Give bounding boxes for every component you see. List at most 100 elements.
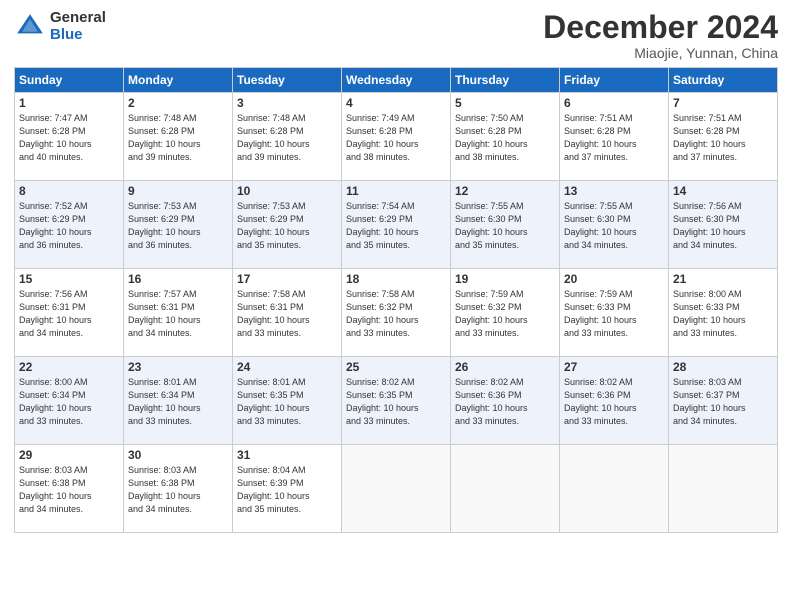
day-info: Sunrise: 7:55 AM Sunset: 6:30 PM Dayligh…	[455, 200, 555, 252]
month-title: December 2024	[543, 10, 778, 45]
day-number: 18	[346, 272, 446, 286]
day-number: 4	[346, 96, 446, 110]
day-number: 13	[564, 184, 664, 198]
day-number: 12	[455, 184, 555, 198]
day-info: Sunrise: 7:48 AM Sunset: 6:28 PM Dayligh…	[237, 112, 337, 164]
day-number: 9	[128, 184, 228, 198]
day-number: 29	[19, 448, 119, 462]
col-tuesday: Tuesday	[233, 68, 342, 93]
day-info: Sunrise: 8:01 AM Sunset: 6:34 PM Dayligh…	[128, 376, 228, 428]
day-number: 5	[455, 96, 555, 110]
logo: General Blue	[14, 10, 106, 43]
day-number: 27	[564, 360, 664, 374]
day-info: Sunrise: 7:51 AM Sunset: 6:28 PM Dayligh…	[673, 112, 773, 164]
col-wednesday: Wednesday	[342, 68, 451, 93]
day-info: Sunrise: 7:57 AM Sunset: 6:31 PM Dayligh…	[128, 288, 228, 340]
table-row: 11 Sunrise: 7:54 AM Sunset: 6:29 PM Dayli…	[342, 181, 451, 269]
calendar-week-2: 8 Sunrise: 7:52 AM Sunset: 6:29 PM Daylig…	[15, 181, 778, 269]
day-info: Sunrise: 8:02 AM Sunset: 6:35 PM Dayligh…	[346, 376, 446, 428]
table-row: 29 Sunrise: 8:03 AM Sunset: 6:38 PM Dayli…	[15, 445, 124, 533]
day-info: Sunrise: 7:59 AM Sunset: 6:32 PM Dayligh…	[455, 288, 555, 340]
table-row: 12 Sunrise: 7:55 AM Sunset: 6:30 PM Dayli…	[451, 181, 560, 269]
table-row	[669, 445, 778, 533]
table-row: 5 Sunrise: 7:50 AM Sunset: 6:28 PM Daylig…	[451, 93, 560, 181]
day-number: 23	[128, 360, 228, 374]
table-row	[342, 445, 451, 533]
day-number: 26	[455, 360, 555, 374]
day-number: 25	[346, 360, 446, 374]
day-info: Sunrise: 8:01 AM Sunset: 6:35 PM Dayligh…	[237, 376, 337, 428]
day-number: 3	[237, 96, 337, 110]
day-number: 10	[237, 184, 337, 198]
day-info: Sunrise: 8:04 AM Sunset: 6:39 PM Dayligh…	[237, 464, 337, 516]
day-info: Sunrise: 8:03 AM Sunset: 6:38 PM Dayligh…	[19, 464, 119, 516]
table-row: 8 Sunrise: 7:52 AM Sunset: 6:29 PM Daylig…	[15, 181, 124, 269]
title-block: December 2024 Miaojie, Yunnan, China	[543, 10, 778, 61]
calendar-container: General Blue December 2024 Miaojie, Yunn…	[0, 0, 792, 612]
header: General Blue December 2024 Miaojie, Yunn…	[14, 10, 778, 61]
day-number: 16	[128, 272, 228, 286]
day-number: 17	[237, 272, 337, 286]
day-info: Sunrise: 7:51 AM Sunset: 6:28 PM Dayligh…	[564, 112, 664, 164]
table-row: 23 Sunrise: 8:01 AM Sunset: 6:34 PM Dayli…	[124, 357, 233, 445]
day-number: 22	[19, 360, 119, 374]
table-row: 21 Sunrise: 8:00 AM Sunset: 6:33 PM Dayli…	[669, 269, 778, 357]
table-row: 26 Sunrise: 8:02 AM Sunset: 6:36 PM Dayli…	[451, 357, 560, 445]
day-info: Sunrise: 7:52 AM Sunset: 6:29 PM Dayligh…	[19, 200, 119, 252]
day-info: Sunrise: 7:58 AM Sunset: 6:31 PM Dayligh…	[237, 288, 337, 340]
day-info: Sunrise: 8:03 AM Sunset: 6:38 PM Dayligh…	[128, 464, 228, 516]
day-number: 11	[346, 184, 446, 198]
table-row: 14Sunrise: 7:56 AM Sunset: 6:30 PM Dayli…	[669, 181, 778, 269]
day-info: Sunrise: 7:53 AM Sunset: 6:29 PM Dayligh…	[128, 200, 228, 252]
day-info: Sunrise: 7:53 AM Sunset: 6:29 PM Dayligh…	[237, 200, 337, 252]
day-number: 24	[237, 360, 337, 374]
day-info: Sunrise: 7:55 AM Sunset: 6:30 PM Dayligh…	[564, 200, 664, 252]
day-info: Sunrise: 8:02 AM Sunset: 6:36 PM Dayligh…	[564, 376, 664, 428]
table-row: 27 Sunrise: 8:02 AM Sunset: 6:36 PM Dayli…	[560, 357, 669, 445]
day-number: 8	[19, 184, 119, 198]
location: Miaojie, Yunnan, China	[543, 45, 778, 61]
table-row	[451, 445, 560, 533]
day-info: Sunrise: 8:00 AM Sunset: 6:34 PM Dayligh…	[19, 376, 119, 428]
day-info: Sunrise: 8:02 AM Sunset: 6:36 PM Dayligh…	[455, 376, 555, 428]
calendar-week-5: 29 Sunrise: 8:03 AM Sunset: 6:38 PM Dayli…	[15, 445, 778, 533]
table-row: 13 Sunrise: 7:55 AM Sunset: 6:30 PM Dayli…	[560, 181, 669, 269]
logo-general: General	[50, 10, 106, 27]
day-number: 7	[673, 96, 773, 110]
table-row: 16 Sunrise: 7:57 AM Sunset: 6:31 PM Dayli…	[124, 269, 233, 357]
table-row: 1Sunrise: 7:47 AM Sunset: 6:28 PM Daylig…	[15, 93, 124, 181]
day-info: Sunrise: 7:56 AM Sunset: 6:31 PM Dayligh…	[19, 288, 119, 340]
day-info: Sunrise: 7:47 AM Sunset: 6:28 PM Dayligh…	[19, 112, 119, 164]
day-info: Sunrise: 7:59 AM Sunset: 6:33 PM Dayligh…	[564, 288, 664, 340]
day-info: Sunrise: 7:48 AM Sunset: 6:28 PM Dayligh…	[128, 112, 228, 164]
day-number: 6	[564, 96, 664, 110]
calendar-table: Sunday Monday Tuesday Wednesday Thursday…	[14, 67, 778, 533]
logo-text: General Blue	[50, 10, 106, 43]
day-info: Sunrise: 7:56 AM Sunset: 6:30 PM Dayligh…	[673, 200, 773, 252]
day-number: 20	[564, 272, 664, 286]
table-row: 20 Sunrise: 7:59 AM Sunset: 6:33 PM Dayli…	[560, 269, 669, 357]
calendar-week-4: 22 Sunrise: 8:00 AM Sunset: 6:34 PM Dayli…	[15, 357, 778, 445]
table-row: 19 Sunrise: 7:59 AM Sunset: 6:32 PM Dayli…	[451, 269, 560, 357]
table-row: 9 Sunrise: 7:53 AM Sunset: 6:29 PM Daylig…	[124, 181, 233, 269]
day-info: Sunrise: 7:54 AM Sunset: 6:29 PM Dayligh…	[346, 200, 446, 252]
table-row: 18 Sunrise: 7:58 AM Sunset: 6:32 PM Dayli…	[342, 269, 451, 357]
day-number: 2	[128, 96, 228, 110]
day-info: Sunrise: 7:58 AM Sunset: 6:32 PM Dayligh…	[346, 288, 446, 340]
table-row: 25 Sunrise: 8:02 AM Sunset: 6:35 PM Dayli…	[342, 357, 451, 445]
table-row: 30Sunrise: 8:03 AM Sunset: 6:38 PM Dayli…	[124, 445, 233, 533]
col-thursday: Thursday	[451, 68, 560, 93]
table-row: 7 Sunrise: 7:51 AM Sunset: 6:28 PM Daylig…	[669, 93, 778, 181]
table-row: 24 Sunrise: 8:01 AM Sunset: 6:35 PM Dayli…	[233, 357, 342, 445]
day-number: 21	[673, 272, 773, 286]
table-row	[560, 445, 669, 533]
table-row: 10 Sunrise: 7:53 AM Sunset: 6:29 PM Dayli…	[233, 181, 342, 269]
table-row: 2 Sunrise: 7:48 AM Sunset: 6:28 PM Daylig…	[124, 93, 233, 181]
day-info: Sunrise: 7:50 AM Sunset: 6:28 PM Dayligh…	[455, 112, 555, 164]
day-number: 15	[19, 272, 119, 286]
table-row: 28Sunrise: 8:03 AM Sunset: 6:37 PM Dayli…	[669, 357, 778, 445]
calendar-week-1: 1Sunrise: 7:47 AM Sunset: 6:28 PM Daylig…	[15, 93, 778, 181]
day-number: 19	[455, 272, 555, 286]
day-info: Sunrise: 8:00 AM Sunset: 6:33 PM Dayligh…	[673, 288, 773, 340]
col-monday: Monday	[124, 68, 233, 93]
